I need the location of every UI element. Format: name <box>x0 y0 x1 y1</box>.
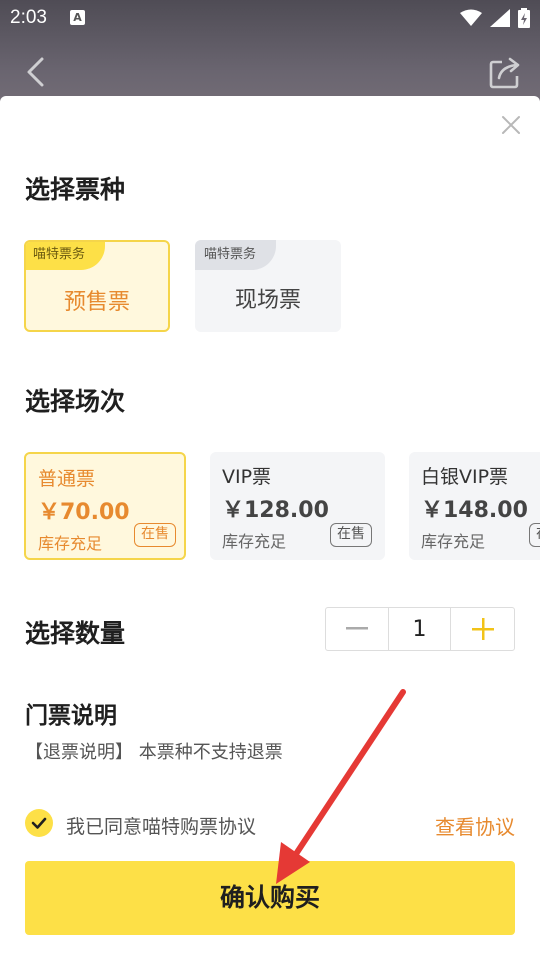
view-agreement-link[interactable]: 查看协议 <box>435 811 515 840</box>
ticket-type-label: 预售票 <box>63 290 130 315</box>
session-price: ￥70.00 <box>38 500 130 525</box>
ticket-type-tag: 喵特票务 <box>195 240 277 270</box>
plus-icon <box>471 618 494 640</box>
notes-title: 门票说明 <box>25 703 117 729</box>
system-icons <box>460 8 530 28</box>
status-bar: 2:03 A <box>0 0 540 36</box>
agree-checkbox[interactable] <box>25 809 53 837</box>
ticket-type-title: 选择票种 <box>25 175 126 204</box>
agreement-text: 我已同意喵特购票协议 <box>66 816 257 838</box>
signal-icon <box>490 9 510 27</box>
purchase-sheet: 选择票种 喵特票务 预售票 喵特票务 现场票 选择场次 普通票 ￥70.00 库… <box>0 96 540 960</box>
session-stock: 库存充足 <box>421 532 486 551</box>
session-stock: 库存充足 <box>222 532 287 551</box>
session-option-regular[interactable]: 普通票 ￥70.00 库存充足 在售 <box>24 452 186 560</box>
ticket-type-presale[interactable]: 喵特票务 预售票 <box>24 240 170 332</box>
minus-icon <box>346 627 368 630</box>
ticket-type-tag: 喵特票务 <box>26 242 106 270</box>
session-price: ￥148.00 <box>421 498 528 523</box>
session-stock: 库存充足 <box>38 534 103 553</box>
quantity-title: 选择数量 <box>25 619 126 648</box>
session-title: 选择场次 <box>25 387 126 416</box>
session-name: 白银VIP票 <box>421 466 509 488</box>
session-name: VIP票 <box>222 466 272 488</box>
close-icon[interactable] <box>500 114 522 136</box>
quantity-stepper: 1 <box>325 607 515 651</box>
a-badge-icon: A <box>70 10 85 25</box>
on-sale-badge: 在售 <box>330 523 372 547</box>
decrease-button[interactable] <box>326 608 389 650</box>
status-time: 2:03 <box>10 7 47 28</box>
wifi-icon <box>460 9 482 26</box>
check-icon <box>31 817 47 829</box>
quantity-value[interactable]: 1 <box>389 608 451 650</box>
chevron-left-icon[interactable] <box>22 56 50 88</box>
session-name: 普通票 <box>38 468 96 490</box>
refund-note: 【退票说明】 本票种不支持退票 <box>25 742 283 763</box>
session-option-vip[interactable]: VIP票 ￥128.00 库存充足 在售 <box>210 452 385 560</box>
session-price: ￥128.00 <box>222 498 329 523</box>
on-sale-badge: 在售 <box>529 523 540 547</box>
share-icon[interactable] <box>488 56 522 90</box>
confirm-purchase-button[interactable]: 确认购买 <box>25 861 515 935</box>
increase-button[interactable] <box>451 608 514 650</box>
ticket-type-onsite[interactable]: 喵特票务 现场票 <box>195 240 341 332</box>
on-sale-badge: 在售 <box>134 523 176 547</box>
battery-charging-icon <box>518 8 530 28</box>
ticket-type-label: 现场票 <box>234 288 301 313</box>
session-option-silver-vip[interactable]: 白银VIP票 ￥148.00 库存充足 在售 <box>409 452 540 560</box>
